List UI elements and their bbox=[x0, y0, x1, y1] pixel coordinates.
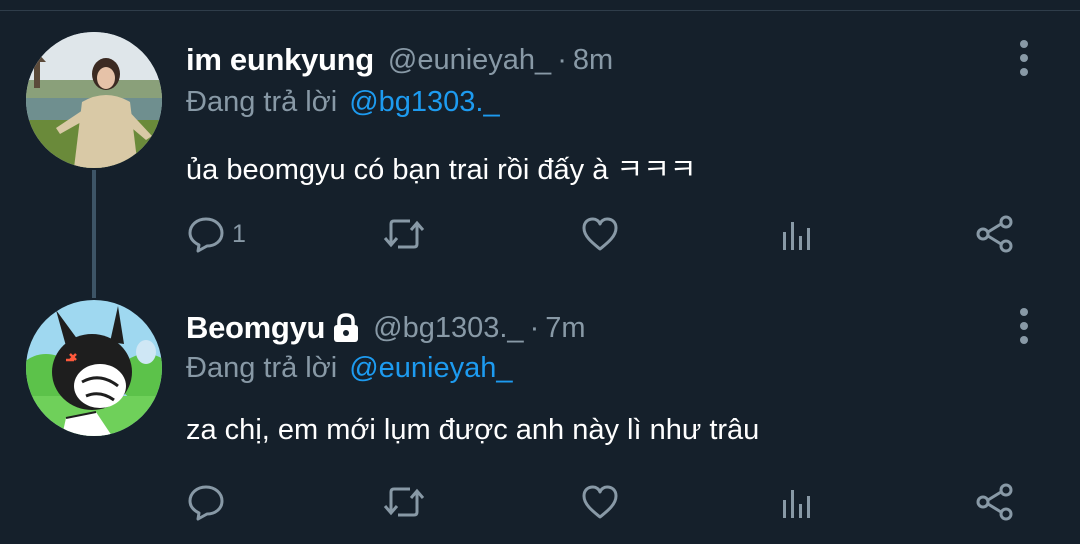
timestamp[interactable]: 7m bbox=[545, 312, 585, 345]
reply-button[interactable]: 1 bbox=[186, 212, 246, 256]
reply-icon bbox=[186, 214, 226, 254]
like-icon bbox=[580, 214, 620, 254]
analytics-button[interactable] bbox=[778, 480, 818, 524]
more-options-icon[interactable] bbox=[1014, 308, 1034, 344]
replying-to-label: Đang trả lời bbox=[186, 85, 338, 118]
analytics-icon bbox=[778, 482, 818, 522]
tweet-text: za chị, em mới lụm được anh này lì như t… bbox=[186, 414, 760, 446]
share-button[interactable] bbox=[974, 212, 1016, 256]
protected-lock-icon bbox=[331, 312, 361, 344]
share-icon bbox=[974, 482, 1016, 522]
replying-to-handle[interactable]: @eunieyah_ bbox=[349, 352, 512, 385]
more-options-icon[interactable] bbox=[1014, 40, 1034, 76]
action-bar bbox=[0, 480, 1080, 524]
reply-button[interactable] bbox=[186, 480, 232, 524]
tweet-1[interactable]: im eunkyung @eunieyah_ · 8m Đang trả lời… bbox=[0, 0, 1080, 270]
like-button[interactable] bbox=[580, 480, 620, 524]
display-name[interactable]: Beomgyu bbox=[186, 310, 325, 346]
like-button[interactable] bbox=[580, 212, 620, 256]
username[interactable]: @bg1303._ bbox=[373, 312, 523, 345]
reply-count: 1 bbox=[232, 219, 246, 248]
retweet-button[interactable] bbox=[382, 212, 426, 256]
analytics-icon bbox=[778, 214, 818, 254]
like-icon bbox=[580, 482, 620, 522]
tweet-text: ủa beomgyu có bạn trai rồi đấy à ㅋㅋㅋ bbox=[186, 154, 697, 186]
separator-dot: · bbox=[529, 311, 540, 344]
action-bar: 1 bbox=[0, 212, 1080, 256]
reply-icon bbox=[186, 482, 226, 522]
retweet-button[interactable] bbox=[382, 480, 426, 524]
retweet-icon bbox=[382, 214, 426, 254]
analytics-button[interactable] bbox=[778, 212, 818, 256]
replying-to: Đang trả lời @eunieyah_ bbox=[186, 348, 512, 388]
share-button[interactable] bbox=[974, 480, 1016, 524]
share-icon bbox=[974, 214, 1016, 254]
retweet-icon bbox=[382, 482, 426, 522]
author-row: Beomgyu @bg1303._ · 7m bbox=[186, 308, 586, 348]
author-row: im eunkyung @eunieyah_ · 8m bbox=[186, 40, 613, 80]
replying-to-label: Đang trả lời bbox=[186, 351, 338, 384]
username[interactable]: @eunieyah_ bbox=[388, 44, 551, 77]
replying-to-handle[interactable]: @bg1303._ bbox=[349, 86, 499, 119]
avatar[interactable] bbox=[26, 32, 162, 168]
timestamp[interactable]: 8m bbox=[573, 44, 613, 77]
tweet-2[interactable]: Beomgyu @bg1303._ · 7m Đang trả lời @eun… bbox=[0, 270, 1080, 544]
replying-to: Đang trả lời @bg1303._ bbox=[186, 82, 500, 122]
avatar[interactable] bbox=[26, 300, 162, 436]
display-name[interactable]: im eunkyung bbox=[186, 42, 374, 78]
separator-dot: · bbox=[557, 43, 567, 76]
